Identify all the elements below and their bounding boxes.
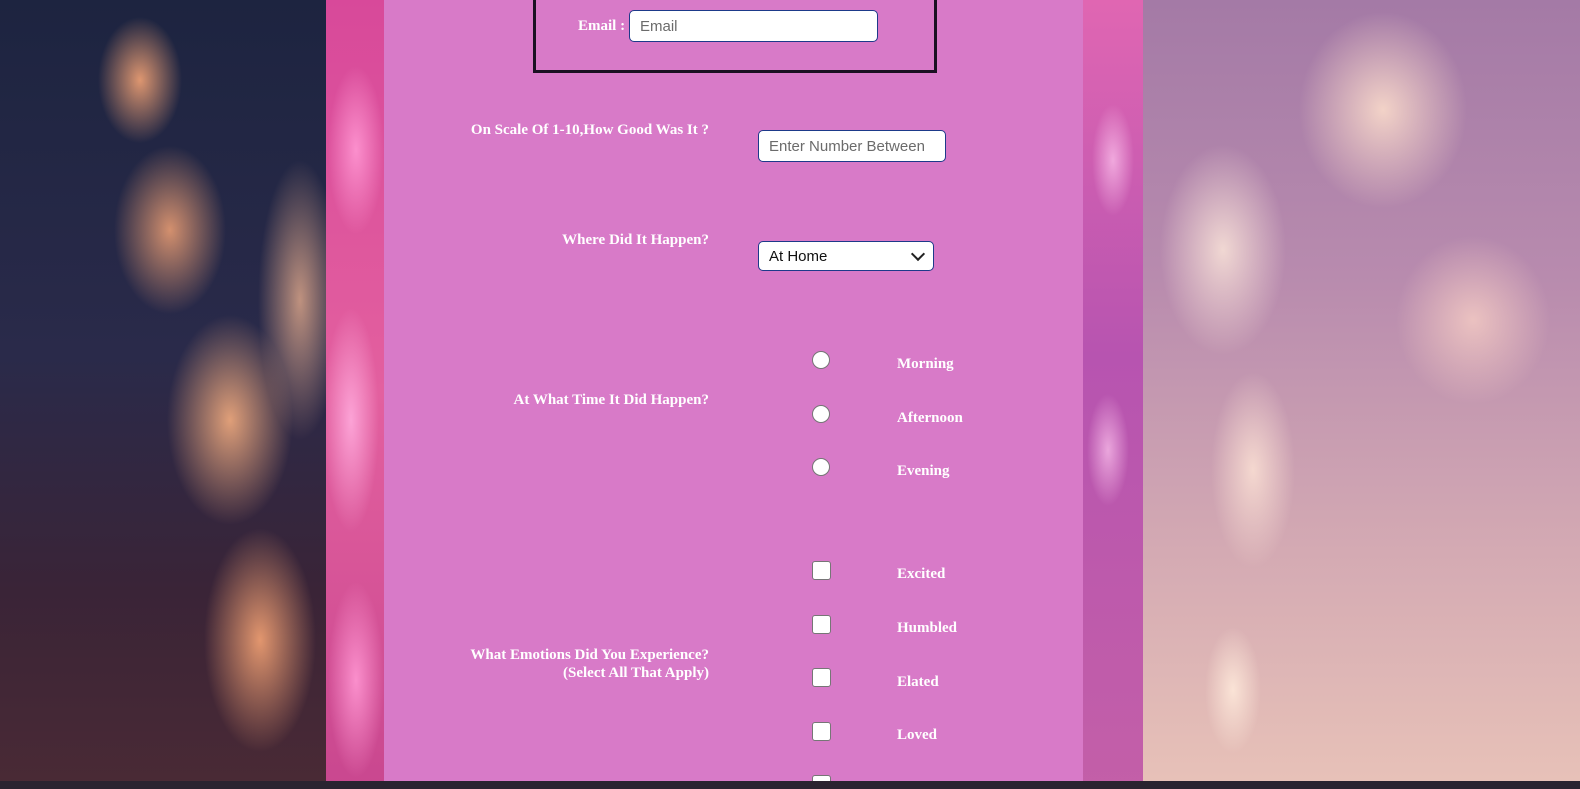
radio-afternoon[interactable] — [812, 405, 830, 423]
time-option-label: Morning — [897, 356, 954, 372]
rating-label: On Scale Of 1-10,How Good Was It ? — [470, 122, 709, 138]
checkbox-excited[interactable] — [812, 561, 831, 580]
chevron-down-icon — [910, 246, 926, 261]
checkbox-loved[interactable] — [812, 722, 831, 741]
form-panel: Email : On Scale Of 1-10,How Good Was It… — [384, 0, 1083, 789]
checkbox-humbled[interactable] — [812, 615, 831, 634]
rating-input[interactable] — [758, 130, 946, 162]
emotion-option-label: Loved — [897, 727, 938, 743]
location-select[interactable]: At Home — [758, 241, 934, 271]
location-label: Where Did It Happen? — [562, 232, 709, 248]
background-strip-left — [326, 0, 384, 789]
background-strip-right — [1083, 0, 1143, 789]
bottom-edge — [0, 781, 1580, 789]
email-label: Email : — [578, 18, 626, 34]
background-fireworks-left — [0, 0, 330, 789]
time-label: At What Time It Did Happen? — [513, 392, 709, 408]
location-select-value: At Home — [769, 247, 828, 265]
emotion-option-label: Humbled — [897, 620, 958, 636]
checkbox-elated[interactable] — [812, 668, 831, 687]
emotions-label: What Emotions Did You Experience? — [470, 647, 709, 663]
time-option-label: Afternoon — [897, 410, 963, 426]
emotions-hint: (Select All That Apply) — [563, 665, 709, 681]
emotion-option-label: Elated — [897, 674, 939, 690]
emotion-option-label: Excited — [897, 566, 946, 582]
radio-morning[interactable] — [812, 351, 830, 369]
radio-evening[interactable] — [812, 458, 830, 476]
time-option-label: Evening — [897, 463, 950, 479]
background-fireworks-right — [1143, 0, 1580, 789]
email-input[interactable] — [629, 10, 878, 42]
